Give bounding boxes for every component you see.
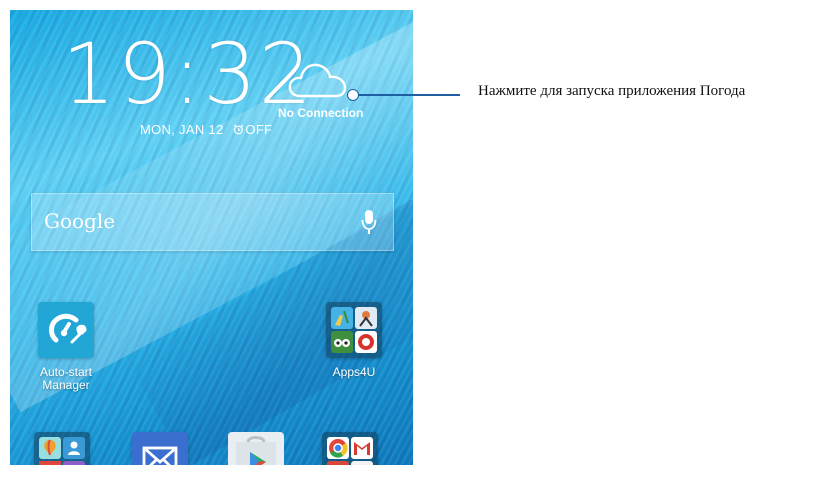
clock-widget[interactable]: 19:32 — [62, 32, 314, 116]
alarm-status: OFF — [245, 122, 273, 137]
cloud-icon[interactable] — [286, 58, 350, 102]
callout-line — [352, 94, 460, 96]
email-icon — [132, 432, 188, 465]
dock-email[interactable] — [132, 432, 188, 465]
app-auto-start-manager[interactable]: Auto-start Manager — [28, 302, 104, 392]
tasks-icon — [63, 461, 85, 465]
weather-balloon-icon — [39, 437, 61, 459]
productivity-folder-icon: 12 — [34, 432, 90, 465]
news-app-icon — [355, 331, 377, 353]
dock-folder-productivity[interactable]: 12 — [34, 432, 90, 465]
gmail-icon — [351, 437, 373, 459]
app-label: Auto-start Manager — [39, 365, 93, 392]
google-plus-icon: g+ — [327, 461, 349, 465]
puzzle-game-icon — [355, 307, 377, 329]
search-brand: Google — [44, 209, 116, 233]
alarm-clock-icon — [234, 124, 244, 135]
tripadvisor-icon — [331, 331, 353, 353]
home-screen: 19:32 MON, JAN 12 OFF No Connection Goog… — [10, 10, 413, 465]
maps-icon — [351, 461, 373, 465]
weather-status[interactable]: No Connection — [278, 106, 363, 120]
date-line: MON, JAN 12 OFF — [140, 122, 272, 137]
play-store-icon — [228, 432, 284, 465]
auto-start-manager-icon — [38, 302, 94, 358]
app-folder-apps4u[interactable]: Apps4U — [316, 302, 392, 379]
callout-dot — [347, 89, 359, 101]
dock-play-store[interactable] — [228, 432, 284, 465]
folder-icon — [326, 302, 382, 358]
calendar-icon: 12 — [39, 461, 61, 465]
app-label: Apps4U — [332, 365, 376, 379]
contacts-icon — [63, 437, 85, 459]
dock-folder-google[interactable]: g+ — [322, 432, 378, 465]
cleaner-app-icon — [331, 307, 353, 329]
date-text: MON, JAN 12 — [140, 122, 224, 137]
chrome-icon — [327, 437, 349, 459]
google-search-bar[interactable]: Google — [31, 193, 394, 251]
callout-text: Нажмите для запуска приложения Погода — [478, 83, 746, 99]
google-folder-icon: g+ — [322, 432, 378, 465]
microphone-icon[interactable] — [361, 208, 377, 236]
